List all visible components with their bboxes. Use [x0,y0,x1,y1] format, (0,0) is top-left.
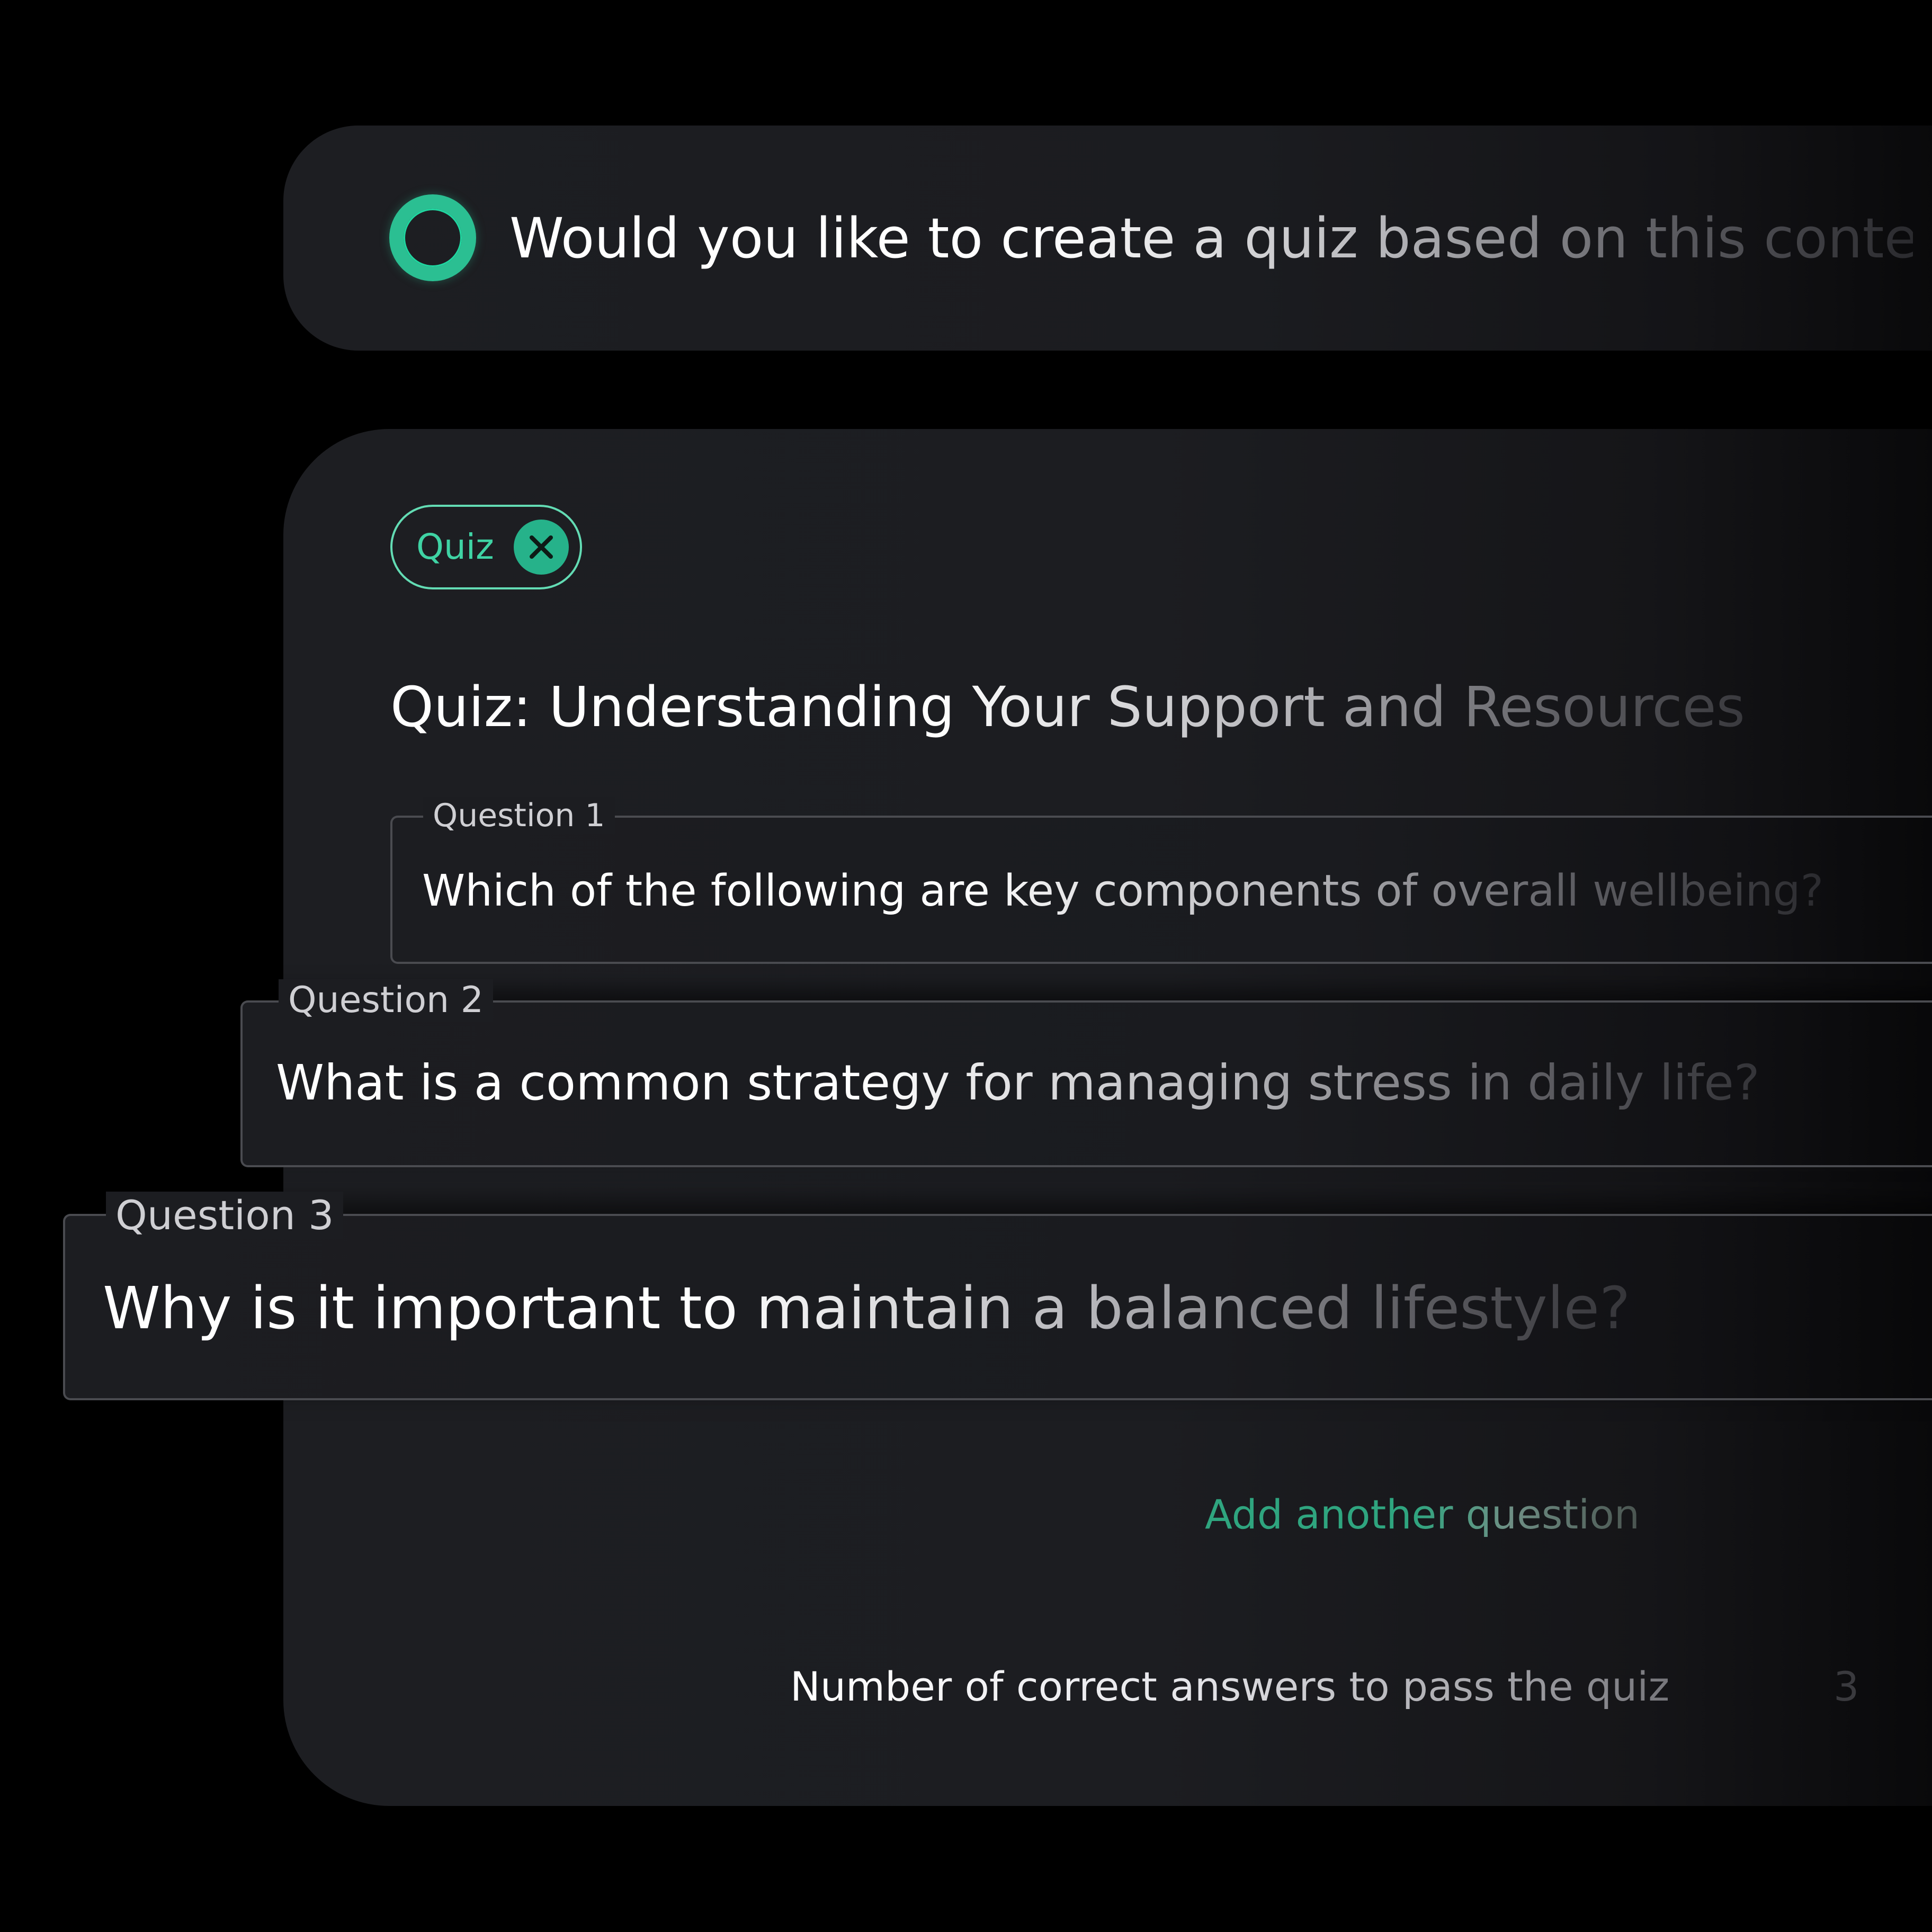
pass-threshold-label: Number of correct answers to pass the qu… [790,1663,1670,1710]
question-2-text[interactable]: What is a common strategy for managing s… [276,1051,1812,1115]
prompt-text: Would you like to create a quiz based on… [509,199,1913,278]
question-3-text[interactable]: Why is it important to maintain a balanc… [103,1271,1692,1345]
pass-threshold-input[interactable]: 3 [1833,1663,1859,1711]
close-icon[interactable] [514,520,569,575]
add-question-button[interactable]: Add another question [1205,1491,1640,1539]
ring-icon [389,194,476,281]
quiz-title: Quiz: Understanding Your Support and Res… [390,667,1820,747]
close-icon-glyph [530,535,553,559]
question-1-text[interactable]: Which of the following are key component… [422,862,1826,920]
question-3-label: Question 3 [106,1192,344,1239]
question-2-label: Question 2 [279,979,494,1022]
question-1-label: Question 1 [423,797,615,834]
stage: Would you like to create a quiz based on… [0,0,1932,1932]
quiz-chip-label: Quiz [416,526,494,567]
